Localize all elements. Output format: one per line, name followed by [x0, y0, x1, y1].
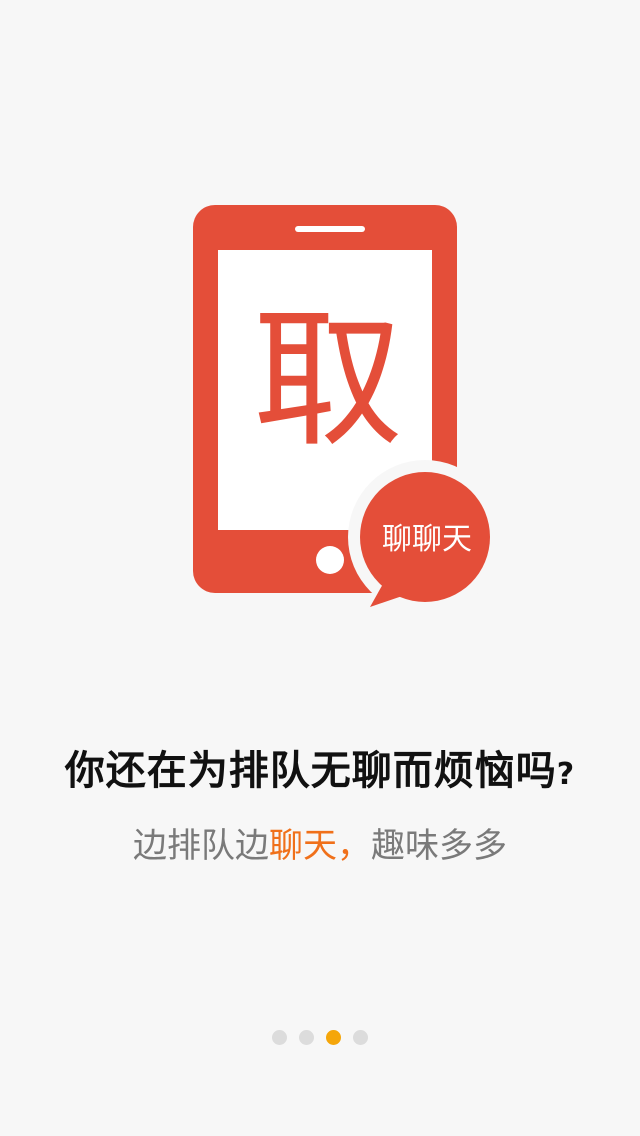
subtitle-part2: 趣味多多	[371, 826, 507, 866]
phone-chat-illustration: 取 聊聊天	[193, 205, 502, 614]
page-dot-3[interactable]	[326, 1030, 341, 1045]
onboarding-screen: 取 聊聊天 你还在为排队无聊而烦恼吗? 边排队边聊天，趣味多多	[0, 0, 640, 1136]
headline-question-mark: ?	[556, 757, 576, 792]
subtitle-part1: 边排队边	[133, 826, 269, 866]
subtitle-highlight: 聊天，	[269, 826, 371, 866]
page-dot-1[interactable]	[272, 1030, 287, 1045]
page-dot-4[interactable]	[353, 1030, 368, 1045]
subtitle: 边排队边聊天，趣味多多	[0, 818, 640, 867]
chat-bubble-text: 聊聊天	[382, 522, 472, 557]
headline-text: 你还在为排队无聊而烦恼吗	[64, 748, 557, 794]
page-indicator	[0, 1030, 640, 1046]
headline: 你还在为排队无聊而烦恼吗?	[0, 738, 640, 796]
phone-home-button	[316, 546, 344, 574]
page-dot-2[interactable]	[299, 1030, 314, 1045]
screen-glyph: 取	[253, 294, 403, 468]
phone-speaker	[295, 226, 365, 232]
